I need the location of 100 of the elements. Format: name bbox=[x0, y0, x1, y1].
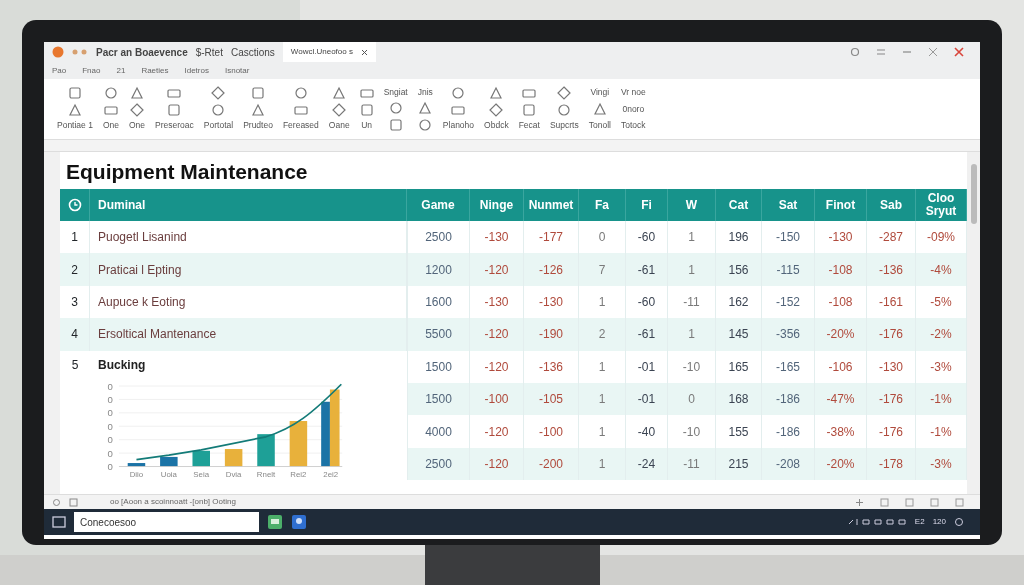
menu-item[interactable]: Raeties bbox=[141, 64, 169, 77]
ribbon-label[interactable]: Vr noe bbox=[620, 86, 646, 99]
ribbon-button[interactable]: Prudteo bbox=[243, 119, 273, 132]
diamond-icon[interactable] bbox=[557, 86, 572, 100]
column-header[interactable]: Game bbox=[407, 189, 470, 221]
ribbon-button[interactable]: Fereased bbox=[282, 119, 319, 132]
column-header[interactable]: Cloo Sryut bbox=[916, 189, 967, 221]
menu-item[interactable]: Fnao bbox=[82, 64, 101, 77]
column-header[interactable]: Ninge bbox=[470, 189, 524, 221]
column-header[interactable]: Sat bbox=[762, 189, 815, 221]
triangle-icon[interactable] bbox=[489, 86, 504, 100]
undo-icon[interactable] bbox=[52, 497, 61, 507]
ribbon-label[interactable]: Vingi bbox=[590, 86, 610, 99]
table-cell: 0 bbox=[668, 382, 716, 416]
plus-icon[interactable] bbox=[855, 497, 864, 507]
table-cell: -108 bbox=[815, 253, 867, 286]
table-cell: -1% bbox=[916, 382, 967, 416]
column-header[interactable]: W bbox=[668, 189, 716, 221]
square-icon[interactable] bbox=[69, 497, 78, 507]
dots-icon bbox=[72, 49, 88, 55]
scrollbar-thumb[interactable] bbox=[970, 164, 977, 224]
ribbon-label[interactable]: 0noro bbox=[622, 102, 645, 116]
square-icon[interactable] bbox=[67, 86, 82, 100]
square-icon[interactable] bbox=[359, 102, 374, 117]
search-field[interactable]: Conecoesoo bbox=[74, 512, 259, 532]
ribbon-button[interactable]: Totock bbox=[621, 119, 646, 132]
square-icon[interactable] bbox=[388, 118, 403, 132]
circle-icon[interactable] bbox=[418, 118, 433, 132]
app-icon[interactable] bbox=[267, 514, 283, 530]
menu-item[interactable]: Isnotar bbox=[224, 64, 250, 77]
refresh-icon[interactable] bbox=[850, 47, 860, 57]
square-icon[interactable] bbox=[251, 86, 265, 100]
column-header[interactable]: Duminal bbox=[90, 189, 407, 221]
ribbon-button[interactable]: Pontiae 1 bbox=[57, 119, 93, 132]
triangle-icon[interactable] bbox=[332, 86, 347, 100]
ribbon-button[interactable]: Fecat bbox=[518, 119, 540, 132]
ribbon-label[interactable]: Sngiat bbox=[383, 86, 408, 99]
menu-item[interactable]: Pao bbox=[52, 64, 67, 77]
square-icon[interactable] bbox=[905, 497, 914, 507]
triangle-icon[interactable] bbox=[67, 102, 82, 117]
triangle-icon[interactable] bbox=[251, 102, 265, 117]
circle-icon[interactable] bbox=[388, 101, 403, 116]
ribbon-label[interactable]: Jnis bbox=[417, 86, 433, 99]
rectangle-icon[interactable] bbox=[359, 86, 374, 100]
triangle-icon[interactable] bbox=[130, 86, 145, 100]
app-icon[interactable] bbox=[291, 514, 307, 530]
square-icon[interactable] bbox=[167, 102, 182, 117]
column-header[interactable]: Fi bbox=[626, 189, 668, 221]
axis-label: 0 bbox=[107, 406, 113, 418]
table-cell: 1 bbox=[579, 447, 626, 481]
column-header[interactable]: Nunmet bbox=[524, 189, 579, 221]
diamond-icon[interactable] bbox=[211, 86, 226, 100]
table-cell: 1200 bbox=[407, 253, 470, 286]
column-header[interactable]: Sab bbox=[867, 189, 916, 221]
menu-item[interactable]: 21 bbox=[116, 64, 126, 77]
rectangle-icon[interactable] bbox=[167, 86, 182, 100]
diamond-icon[interactable] bbox=[332, 102, 347, 117]
close-icon[interactable] bbox=[954, 47, 964, 57]
notification-icon[interactable] bbox=[954, 517, 964, 527]
circle-icon[interactable] bbox=[557, 102, 572, 117]
square-icon[interactable] bbox=[930, 497, 939, 507]
rectangle-icon[interactable] bbox=[522, 86, 537, 100]
tray-icon[interactable] bbox=[846, 518, 907, 526]
ribbon-button[interactable]: Portotal bbox=[203, 119, 234, 132]
table-cell: 1500 bbox=[407, 382, 470, 416]
column-header[interactable]: Fa bbox=[579, 189, 626, 221]
tab[interactable]: Wowcl.Uneofoo s bbox=[282, 42, 376, 62]
diamond-icon[interactable] bbox=[489, 102, 504, 117]
table-cell: -120 bbox=[470, 350, 524, 383]
ribbon-button[interactable]: Planoho bbox=[442, 119, 475, 132]
ribbon-button[interactable]: Preseroac bbox=[155, 119, 194, 132]
close-icon[interactable] bbox=[360, 48, 368, 56]
table-cell: 1 bbox=[668, 253, 716, 286]
square-icon[interactable] bbox=[955, 497, 964, 507]
table-cell: -01 bbox=[626, 382, 668, 416]
circle-icon[interactable] bbox=[451, 86, 466, 100]
table-cell: -120 bbox=[470, 253, 524, 286]
ribbon-button[interactable]: Un bbox=[361, 119, 373, 132]
circle-icon[interactable] bbox=[103, 86, 118, 100]
diamond-icon[interactable] bbox=[130, 102, 145, 117]
table-cell: -176 bbox=[867, 415, 916, 448]
triangle-icon[interactable] bbox=[592, 102, 607, 116]
ribbon-button[interactable]: One bbox=[129, 119, 146, 132]
column-header[interactable]: Cat bbox=[716, 189, 762, 221]
menu-item[interactable]: Idetros bbox=[184, 64, 209, 77]
start-icon[interactable] bbox=[52, 516, 66, 528]
square-icon[interactable] bbox=[522, 102, 537, 117]
ribbon-button[interactable]: Supcrts bbox=[549, 119, 579, 132]
table-cell: -2% bbox=[916, 318, 967, 351]
triangle-icon[interactable] bbox=[418, 101, 433, 116]
ribbon-button[interactable]: Oane bbox=[328, 119, 350, 132]
ribbon-button[interactable]: One bbox=[102, 119, 119, 132]
ribbon-button[interactable]: Tonoll bbox=[588, 119, 611, 132]
table-cell: -130 bbox=[867, 350, 916, 383]
square-icon[interactable] bbox=[880, 497, 889, 507]
circle-icon[interactable] bbox=[293, 86, 308, 100]
circle-icon[interactable] bbox=[211, 102, 226, 117]
axis-label: Diio bbox=[129, 469, 144, 479]
ribbon-button[interactable]: Obdck bbox=[484, 119, 509, 132]
column-header[interactable]: Finot bbox=[815, 189, 867, 221]
